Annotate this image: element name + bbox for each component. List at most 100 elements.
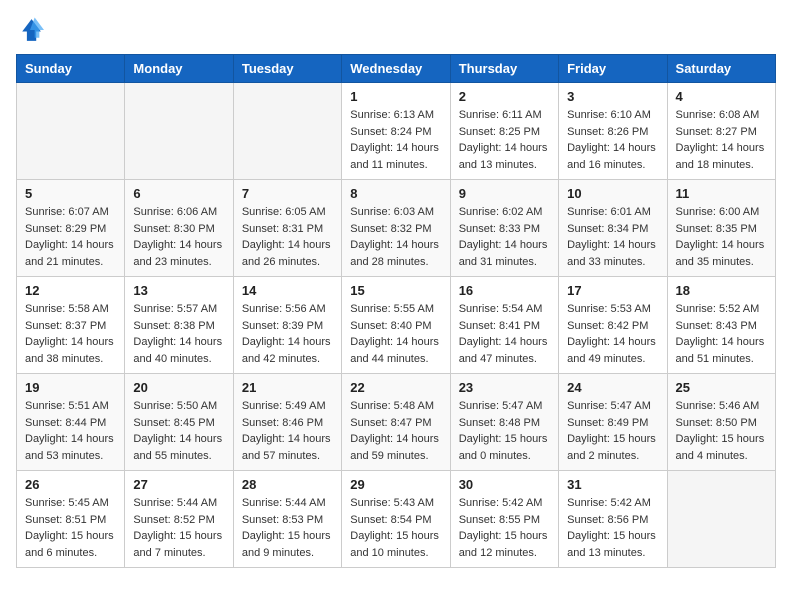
day-info: Sunrise: 5:43 AMSunset: 8:54 PMDaylight:… <box>350 495 441 561</box>
day-number: 26 <box>25 477 116 492</box>
calendar-cell: 13 Sunrise: 5:57 AMSunset: 8:38 PMDayligh… <box>125 277 233 374</box>
day-number: 10 <box>567 186 658 201</box>
day-info: Sunrise: 6:03 AMSunset: 8:32 PMDaylight:… <box>350 204 441 270</box>
day-number: 13 <box>133 283 224 298</box>
day-number: 2 <box>459 89 550 104</box>
calendar-week-row: 1Sunrise: 6:13 AMSunset: 8:24 PMDaylight… <box>17 83 776 180</box>
day-info: Sunrise: 6:08 AMSunset: 8:27 PMDaylight:… <box>676 107 767 173</box>
calendar-cell: 23 Sunrise: 5:47 AMSunset: 8:48 PMDayligh… <box>450 374 558 471</box>
day-number: 19 <box>25 380 116 395</box>
calendar-cell: 11 Sunrise: 6:00 AMSunset: 8:35 PMDayligh… <box>667 180 775 277</box>
calendar-cell <box>233 83 341 180</box>
calendar-cell: 15 Sunrise: 5:55 AMSunset: 8:40 PMDayligh… <box>342 277 450 374</box>
day-number: 23 <box>459 380 550 395</box>
calendar-cell: 2 Sunrise: 6:11 AMSunset: 8:25 PMDaylight… <box>450 83 558 180</box>
day-number: 20 <box>133 380 224 395</box>
day-header-monday: Monday <box>125 55 233 83</box>
calendar-cell: 12Sunrise: 5:58 AMSunset: 8:37 PMDayligh… <box>17 277 125 374</box>
day-number: 5 <box>25 186 116 201</box>
day-info: Sunrise: 6:13 AMSunset: 8:24 PMDaylight:… <box>350 107 441 173</box>
day-header-tuesday: Tuesday <box>233 55 341 83</box>
day-info: Sunrise: 5:56 AMSunset: 8:39 PMDaylight:… <box>242 301 333 367</box>
day-number: 25 <box>676 380 767 395</box>
day-header-thursday: Thursday <box>450 55 558 83</box>
day-number: 29 <box>350 477 441 492</box>
day-info: Sunrise: 5:42 AMSunset: 8:56 PMDaylight:… <box>567 495 658 561</box>
calendar-cell: 26 Sunrise: 5:45 AMSunset: 8:51 PMDayligh… <box>17 471 125 568</box>
day-info: Sunrise: 5:42 AMSunset: 8:55 PMDaylight:… <box>459 495 550 561</box>
day-header-wednesday: Wednesday <box>342 55 450 83</box>
day-info: Sunrise: 5:55 AMSunset: 8:40 PMDaylight:… <box>350 301 441 367</box>
calendar-cell: 30 Sunrise: 5:42 AMSunset: 8:55 PMDayligh… <box>450 471 558 568</box>
calendar-cell: 27 Sunrise: 5:44 AMSunset: 8:52 PMDayligh… <box>125 471 233 568</box>
calendar-cell: 25Sunrise: 5:46 AMSunset: 8:50 PMDayligh… <box>667 374 775 471</box>
day-number: 15 <box>350 283 441 298</box>
day-info: Sunrise: 6:10 AMSunset: 8:26 PMDaylight:… <box>567 107 658 173</box>
day-number: 17 <box>567 283 658 298</box>
day-info: Sunrise: 5:47 AMSunset: 8:48 PMDaylight:… <box>459 398 550 464</box>
day-info: Sunrise: 5:53 AMSunset: 8:42 PMDaylight:… <box>567 301 658 367</box>
calendar-cell: 29 Sunrise: 5:43 AMSunset: 8:54 PMDayligh… <box>342 471 450 568</box>
day-info: Sunrise: 6:01 AMSunset: 8:34 PMDaylight:… <box>567 204 658 270</box>
calendar-cell: 22Sunrise: 5:48 AMSunset: 8:47 PMDayligh… <box>342 374 450 471</box>
logo-icon <box>16 16 44 44</box>
calendar-cell: 16Sunrise: 5:54 AMSunset: 8:41 PMDayligh… <box>450 277 558 374</box>
day-info: Sunrise: 6:00 AMSunset: 8:35 PMDaylight:… <box>676 204 767 270</box>
day-info: Sunrise: 5:45 AMSunset: 8:51 PMDaylight:… <box>25 495 116 561</box>
calendar-cell: 9 Sunrise: 6:02 AMSunset: 8:33 PMDaylight… <box>450 180 558 277</box>
day-info: Sunrise: 5:51 AMSunset: 8:44 PMDaylight:… <box>25 398 116 464</box>
day-info: Sunrise: 6:07 AMSunset: 8:29 PMDaylight:… <box>25 204 116 270</box>
day-number: 3 <box>567 89 658 104</box>
calendar-cell: 18 Sunrise: 5:52 AMSunset: 8:43 PMDayligh… <box>667 277 775 374</box>
day-number: 27 <box>133 477 224 492</box>
day-info: Sunrise: 6:06 AMSunset: 8:30 PMDaylight:… <box>133 204 224 270</box>
calendar-cell: 20 Sunrise: 5:50 AMSunset: 8:45 PMDayligh… <box>125 374 233 471</box>
day-info: Sunrise: 5:57 AMSunset: 8:38 PMDaylight:… <box>133 301 224 367</box>
day-number: 12 <box>25 283 116 298</box>
calendar-cell <box>17 83 125 180</box>
day-number: 8 <box>350 186 441 201</box>
calendar-cell: 4 Sunrise: 6:08 AMSunset: 8:27 PMDaylight… <box>667 83 775 180</box>
calendar-cell: 28Sunrise: 5:44 AMSunset: 8:53 PMDayligh… <box>233 471 341 568</box>
calendar-week-row: 5 Sunrise: 6:07 AMSunset: 8:29 PMDaylight… <box>17 180 776 277</box>
calendar-cell: 5 Sunrise: 6:07 AMSunset: 8:29 PMDaylight… <box>17 180 125 277</box>
calendar-week-row: 26 Sunrise: 5:45 AMSunset: 8:51 PMDayligh… <box>17 471 776 568</box>
page-header <box>16 16 776 44</box>
day-info: Sunrise: 5:52 AMSunset: 8:43 PMDaylight:… <box>676 301 767 367</box>
day-number: 31 <box>567 477 658 492</box>
calendar-week-row: 12Sunrise: 5:58 AMSunset: 8:37 PMDayligh… <box>17 277 776 374</box>
calendar-cell: 14 Sunrise: 5:56 AMSunset: 8:39 PMDayligh… <box>233 277 341 374</box>
day-number: 14 <box>242 283 333 298</box>
day-number: 16 <box>459 283 550 298</box>
calendar-cell: 19 Sunrise: 5:51 AMSunset: 8:44 PMDayligh… <box>17 374 125 471</box>
calendar-cell: 21Sunrise: 5:49 AMSunset: 8:46 PMDayligh… <box>233 374 341 471</box>
day-number: 11 <box>676 186 767 201</box>
day-number: 30 <box>459 477 550 492</box>
day-info: Sunrise: 5:48 AMSunset: 8:47 PMDaylight:… <box>350 398 441 464</box>
day-info: Sunrise: 6:02 AMSunset: 8:33 PMDaylight:… <box>459 204 550 270</box>
day-number: 6 <box>133 186 224 201</box>
calendar-cell: 7 Sunrise: 6:05 AMSunset: 8:31 PMDaylight… <box>233 180 341 277</box>
calendar-cell: 31 Sunrise: 5:42 AMSunset: 8:56 PMDayligh… <box>559 471 667 568</box>
calendar-cell: 3 Sunrise: 6:10 AMSunset: 8:26 PMDaylight… <box>559 83 667 180</box>
day-info: Sunrise: 5:47 AMSunset: 8:49 PMDaylight:… <box>567 398 658 464</box>
day-info: Sunrise: 5:49 AMSunset: 8:46 PMDaylight:… <box>242 398 333 464</box>
calendar-cell: 17 Sunrise: 5:53 AMSunset: 8:42 PMDayligh… <box>559 277 667 374</box>
day-number: 9 <box>459 186 550 201</box>
calendar-week-row: 19 Sunrise: 5:51 AMSunset: 8:44 PMDayligh… <box>17 374 776 471</box>
day-info: Sunrise: 6:05 AMSunset: 8:31 PMDaylight:… <box>242 204 333 270</box>
calendar-cell <box>125 83 233 180</box>
calendar-cell: 24 Sunrise: 5:47 AMSunset: 8:49 PMDayligh… <box>559 374 667 471</box>
day-info: Sunrise: 5:44 AMSunset: 8:53 PMDaylight:… <box>242 495 333 561</box>
day-info: Sunrise: 5:44 AMSunset: 8:52 PMDaylight:… <box>133 495 224 561</box>
day-number: 24 <box>567 380 658 395</box>
day-info: Sunrise: 6:11 AMSunset: 8:25 PMDaylight:… <box>459 107 550 173</box>
day-number: 7 <box>242 186 333 201</box>
calendar-cell: 8 Sunrise: 6:03 AMSunset: 8:32 PMDaylight… <box>342 180 450 277</box>
day-info: Sunrise: 5:50 AMSunset: 8:45 PMDaylight:… <box>133 398 224 464</box>
calendar-cell: 6 Sunrise: 6:06 AMSunset: 8:30 PMDaylight… <box>125 180 233 277</box>
day-number: 18 <box>676 283 767 298</box>
day-number: 4 <box>676 89 767 104</box>
logo <box>16 16 48 44</box>
day-header-friday: Friday <box>559 55 667 83</box>
